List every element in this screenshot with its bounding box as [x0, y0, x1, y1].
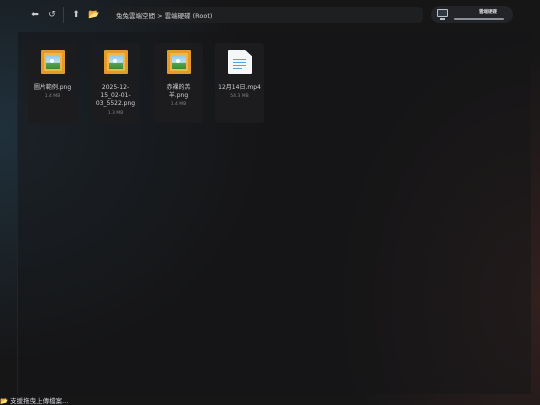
refresh-button[interactable]: ↺	[44, 8, 60, 22]
status-bar: 📂 支援拖曳上傳檔案...	[0, 395, 68, 405]
storage-usage-fill	[454, 18, 504, 20]
file-name-line: 15_02-01-	[100, 92, 131, 99]
monitor-icon	[437, 9, 448, 20]
file-size: 1.4 MB	[44, 94, 61, 99]
file-name-line: 羊.png	[168, 92, 189, 99]
breadcrumb[interactable]: 兔兔雲端空間 > 雲端硬碟 (Root)	[111, 7, 423, 23]
storage-usage-bar	[454, 18, 504, 20]
open-folder-button[interactable]: 📂	[86, 8, 102, 22]
file-tile[interactable]: 2025-12- 15_02-01- 03_5522.png 1.3 MB	[91, 43, 140, 123]
file-name-line: 03_5522.png	[95, 100, 136, 107]
image-file-icon	[104, 50, 128, 74]
image-file-icon	[41, 50, 65, 74]
up-folder-button[interactable]: ⬆	[68, 8, 84, 22]
file-tile[interactable]: 赤裸的羔 羊.png 1.4 MB	[154, 43, 203, 123]
file-name: 圖片範例.png	[33, 84, 72, 91]
file-size: 1.4 MB	[170, 102, 187, 107]
file-name-line: 2025-12-	[101, 84, 130, 91]
file-size: 1.3 MB	[107, 111, 124, 116]
toolbar: ⬅ ↺ ⬆ 📂 兔兔雲端空間 > 雲端硬碟 (Root) 雲端硬碟	[0, 0, 540, 30]
file-tile[interactable]: 12月14日.mp4 54.3 MB	[215, 43, 264, 123]
status-text: 支援拖曳上傳檔案...	[10, 397, 69, 405]
storage-indicator[interactable]: 雲端硬碟	[431, 6, 513, 23]
file-name: 12月14日.mp4	[218, 84, 261, 91]
folder-open-icon: 📂	[88, 10, 100, 20]
storage-label: 雲端硬碟	[479, 10, 497, 15]
up-arrow-icon: ⬆	[72, 10, 80, 20]
back-button[interactable]: ⬅	[27, 8, 43, 22]
document-file-icon	[228, 50, 252, 74]
image-file-icon	[167, 50, 191, 74]
refresh-icon: ↺	[48, 10, 56, 20]
breadcrumb-path: 兔兔雲端空間 > 雲端硬碟 (Root)	[116, 12, 213, 20]
toolbar-divider	[63, 7, 64, 23]
file-name: 赤裸的羔 羊.png	[154, 84, 203, 100]
file-name-line: 赤裸的羔	[166, 84, 191, 91]
file-size: 54.3 MB	[230, 94, 249, 99]
file-tile[interactable]: 圖片範例.png 1.4 MB	[28, 43, 77, 123]
back-arrow-icon: ⬅	[31, 10, 39, 20]
folder-icon: 📂	[0, 397, 9, 405]
file-name: 2025-12- 15_02-01- 03_5522.png	[91, 84, 140, 108]
